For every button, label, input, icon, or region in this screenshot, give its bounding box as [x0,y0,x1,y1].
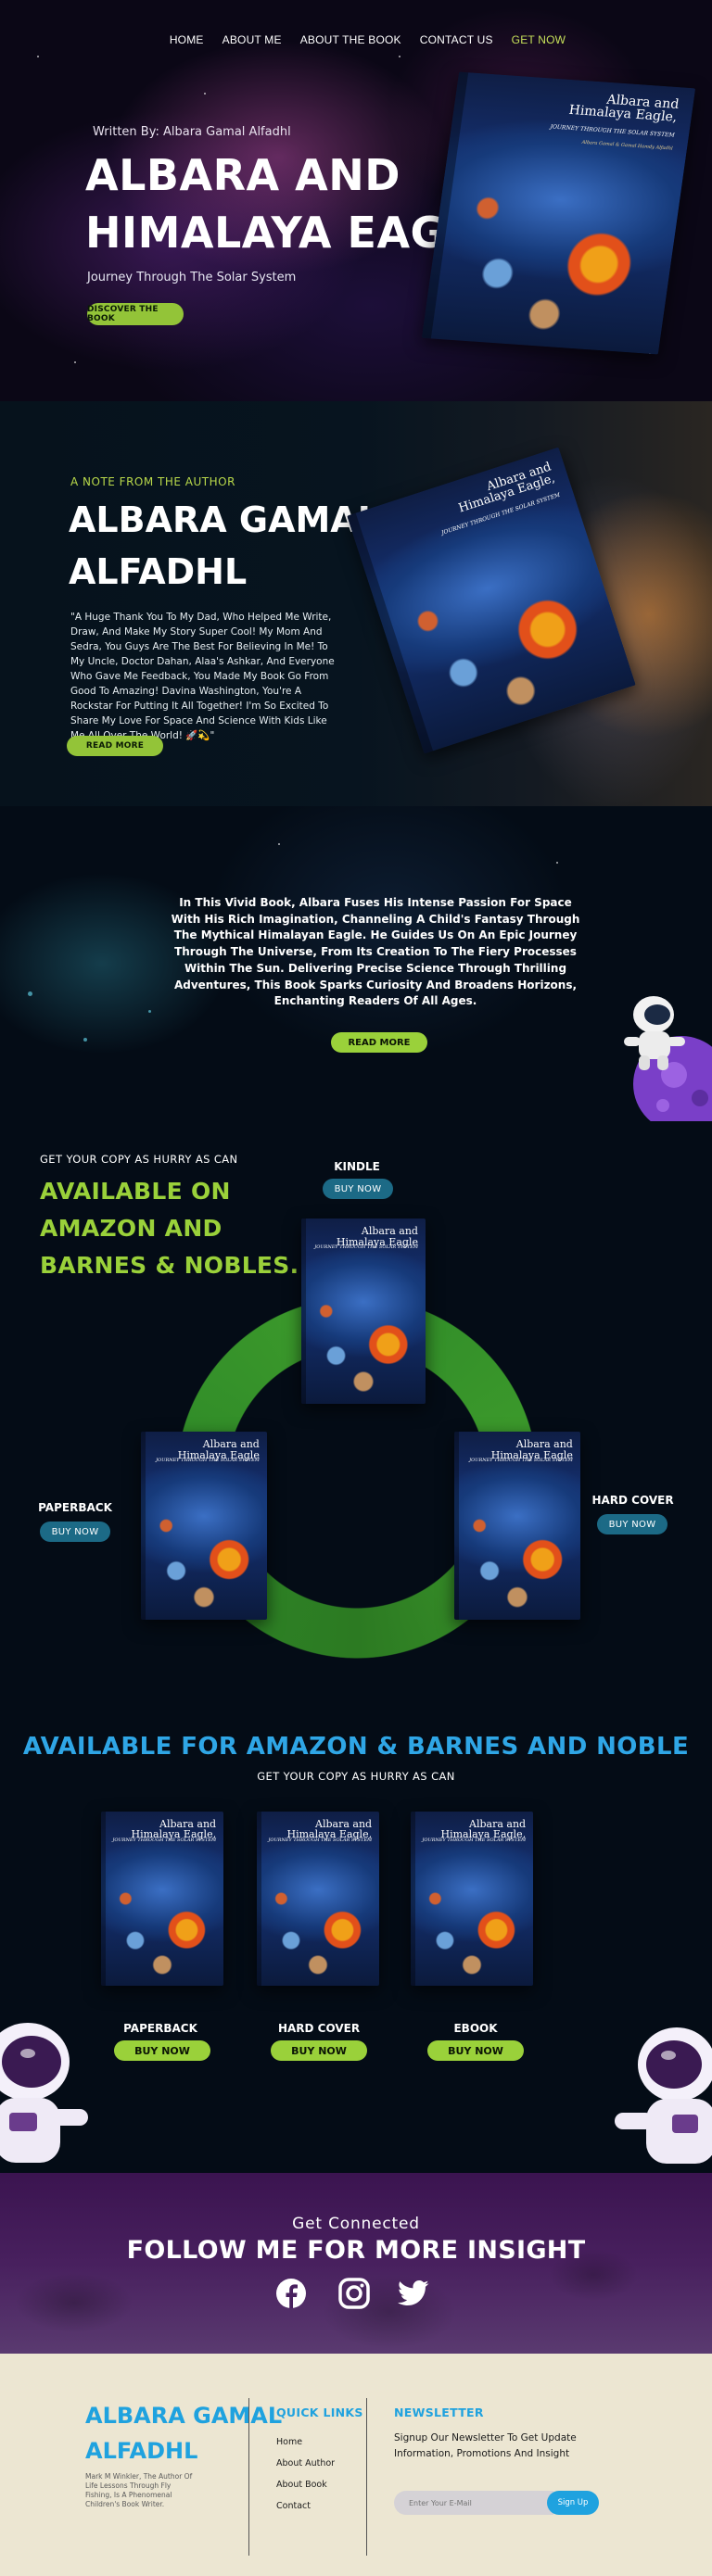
book-description-section: In This Vivid Book, Albara Fuses His Int… [0,806,712,1121]
star [278,843,280,845]
nav-about-book[interactable]: ABOUT THE BOOK [300,33,401,46]
nav-home[interactable]: HOME [170,33,204,46]
footer-tagline: Mark M Winkler, The Author Of Life Lesso… [85,2472,193,2508]
footer-link-about-author[interactable]: About Author [276,2458,335,2469]
author-book-cover: Albara and Himalaya Eagle, JOURNEY THROU… [347,447,636,754]
author-read-more-button[interactable]: READ MORE [67,736,163,756]
facebook-icon[interactable] [274,2277,308,2310]
availability-section: GET YOUR COPY AS HURRY AS CAN AVAILABLE … [0,1121,712,1714]
kindle-book-cover: Albara and Himalaya Eagle JOURNEY THROUG… [301,1219,426,1404]
connect-kicker: Get Connected [292,2215,420,2233]
store-ebook-label: EBOOK [453,2022,498,2035]
star [148,1010,151,1013]
store-paperback-cover: Albara and Himalaya Eagle, JOURNEY THROU… [101,1812,223,1986]
star [74,361,76,363]
hero-byline: Written By: Albara Gamal Alfadhl [93,125,291,139]
hard-cover-label: HARD COVER [591,1494,674,1507]
astronaut-right-illustration [615,2027,712,2164]
author-name: ALBARA GAMAL ALFADHL [69,499,380,592]
store-hard-cover-label: HARD COVER [277,2022,361,2035]
star [37,56,39,57]
footer-link-about-book[interactable]: About Book [276,2480,327,2490]
store-section: AVAILABLE FOR AMAZON & BARNES AND NOBLE … [0,1714,712,2173]
star [399,56,400,57]
astronaut-planet-illustration [624,996,712,1121]
nav-contact-us[interactable]: CONTACT US [420,33,493,46]
connect-section: Get Connected FOLLOW ME FOR MORE INSIGHT [0,2173,712,2354]
footer-divider [366,2398,367,2556]
store-ebook-cover: Albara and Himalaya Eagle, JOURNEY THROU… [411,1812,533,1986]
store-hard-cover-cover: Albara and Himalaya Eagle, JOURNEY THROU… [257,1812,379,1986]
paperback-buy-button[interactable]: BUY NOW [40,1522,110,1542]
paperback-label: PAPERBACK [38,1501,112,1514]
star [204,93,206,95]
newsletter-text: Signup Our Newsletter To Get Update Info… [394,2432,577,2459]
store-paperback-buy-button[interactable]: BUY NOW [114,2040,210,2061]
availability-kicker: GET YOUR COPY AS HURRY AS CAN [40,1153,238,1166]
star [28,991,32,996]
twitter-icon[interactable] [397,2277,430,2310]
nav-about-me[interactable]: ABOUT ME [222,33,282,46]
instagram-icon[interactable] [337,2277,371,2310]
footer: ALBARA GAMAL ALFADHL Mark M Winkler, The… [0,2354,712,2576]
connect-title: FOLLOW ME FOR MORE INSIGHT [126,2236,586,2265]
author-note-text: "A Huge Thank You To My Dad, Who Helped … [70,612,335,741]
top-nav: HOME ABOUT ME ABOUT THE BOOK CONTACT US … [0,33,712,46]
hard-cover-buy-button[interactable]: BUY NOW [597,1514,668,1534]
star [83,1038,87,1042]
book-description-text: In This Vivid Book, Albara Fuses His Int… [171,896,580,1008]
hero-title-line1: ALBARA AND [85,150,400,200]
store-title: AVAILABLE FOR AMAZON & BARNES AND NOBLE [22,1733,690,1761]
footer-link-contact[interactable]: Contact [276,2501,311,2511]
availability-title: AVAILABLE ON AMAZON AND BARNES & NOBLES. [40,1178,299,1279]
astronaut-left-illustration [0,2023,88,2163]
store-hard-cover-buy-button[interactable]: BUY NOW [271,2040,367,2061]
newsletter-signup-button[interactable]: Sign Up [547,2491,599,2515]
star [556,862,558,864]
newsletter-email-input[interactable] [394,2491,553,2515]
store-subtitle: GET YOUR COPY AS HURRY AS CAN [257,1770,455,1783]
description-read-more-button[interactable]: READ MORE [331,1032,427,1053]
kindle-label: KINDLE [334,1160,380,1173]
footer-divider [248,2398,249,2556]
footer-brand: ALBARA GAMAL ALFADHL [85,2403,283,2464]
footer-link-home[interactable]: Home [276,2437,302,2447]
hero-book-cover: Albara and Himalaya Eagle, JOURNEY THROU… [421,71,696,355]
hard-cover-book-cover: Albara and Himalaya Eagle JOURNEY THROUG… [454,1432,580,1620]
discover-book-button[interactable]: DISCOVER THE BOOK [87,303,184,325]
author-note-section: A NOTE FROM THE AUTHOR ALBARA GAMAL ALFA… [0,401,712,806]
paperback-book-cover: Albara and Himalaya Eagle JOURNEY THROUG… [141,1432,267,1620]
store-ebook-buy-button[interactable]: BUY NOW [427,2040,524,2061]
hero-section: HOME ABOUT ME ABOUT THE BOOK CONTACT US … [0,0,712,401]
newsletter-title: NEWSLETTER [394,2406,484,2419]
hero-subtitle: Journey Through The Solar System [87,271,297,284]
kindle-buy-button[interactable]: BUY NOW [323,1179,393,1199]
author-note-kicker: A NOTE FROM THE AUTHOR [70,475,235,488]
store-paperback-label: PAPERBACK [123,2022,197,2035]
quick-links-title: QUICK LINKS [276,2406,363,2419]
nav-get-now[interactable]: GET NOW [512,33,566,46]
